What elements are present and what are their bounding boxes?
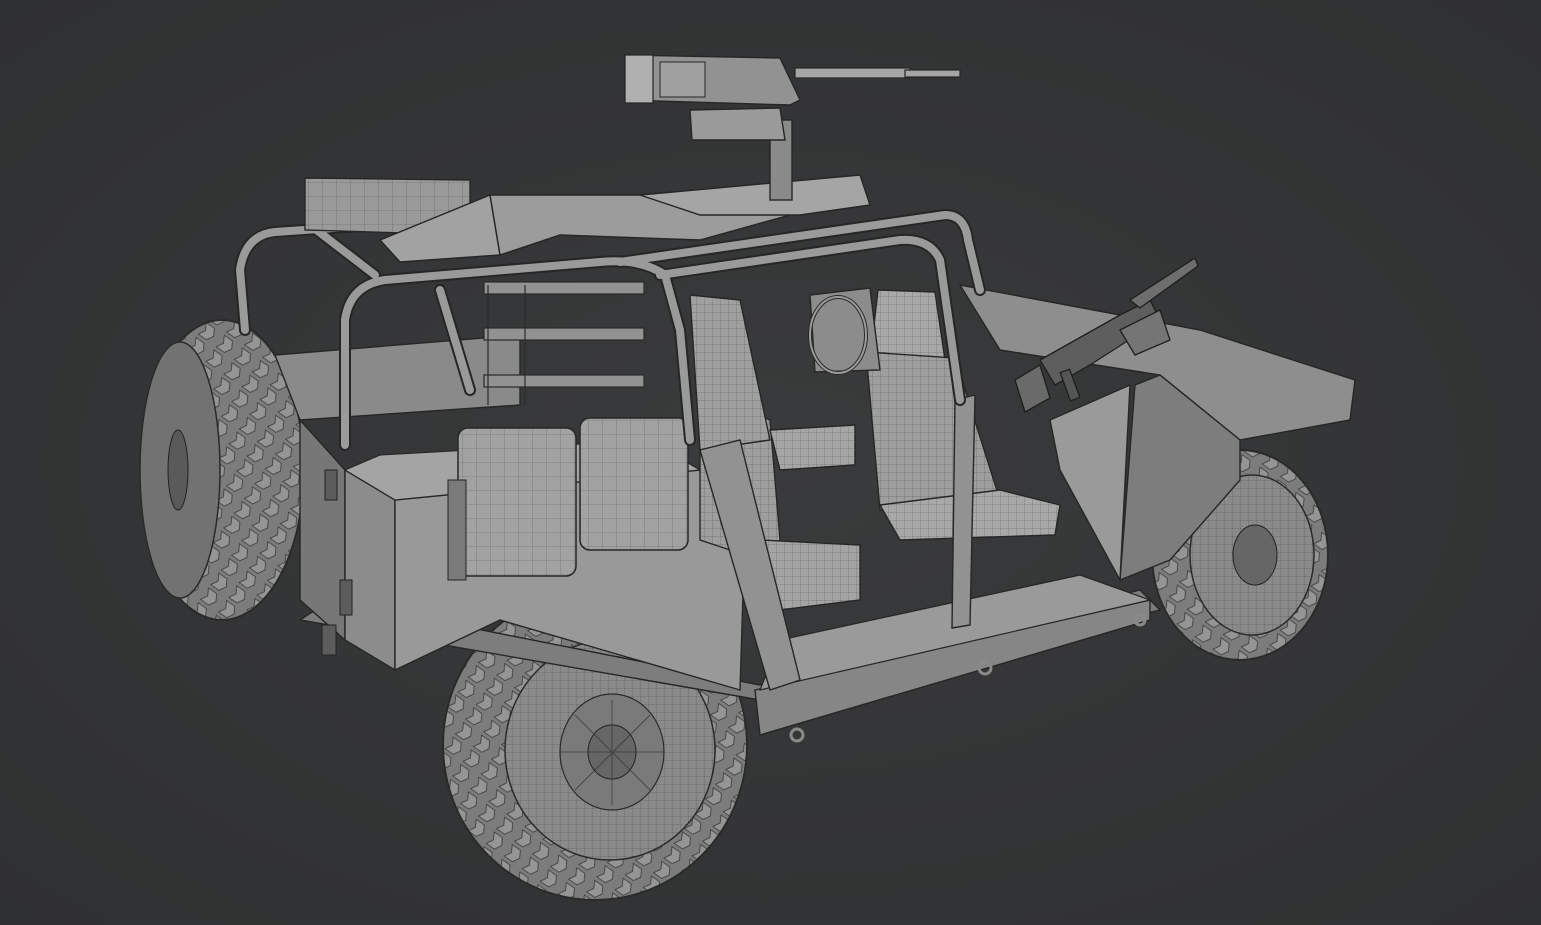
vehicle-render bbox=[139, 54, 1356, 901]
dashboard bbox=[808, 287, 881, 375]
turret-gun bbox=[624, 54, 961, 201]
3d-viewport[interactable] bbox=[0, 0, 1541, 925]
